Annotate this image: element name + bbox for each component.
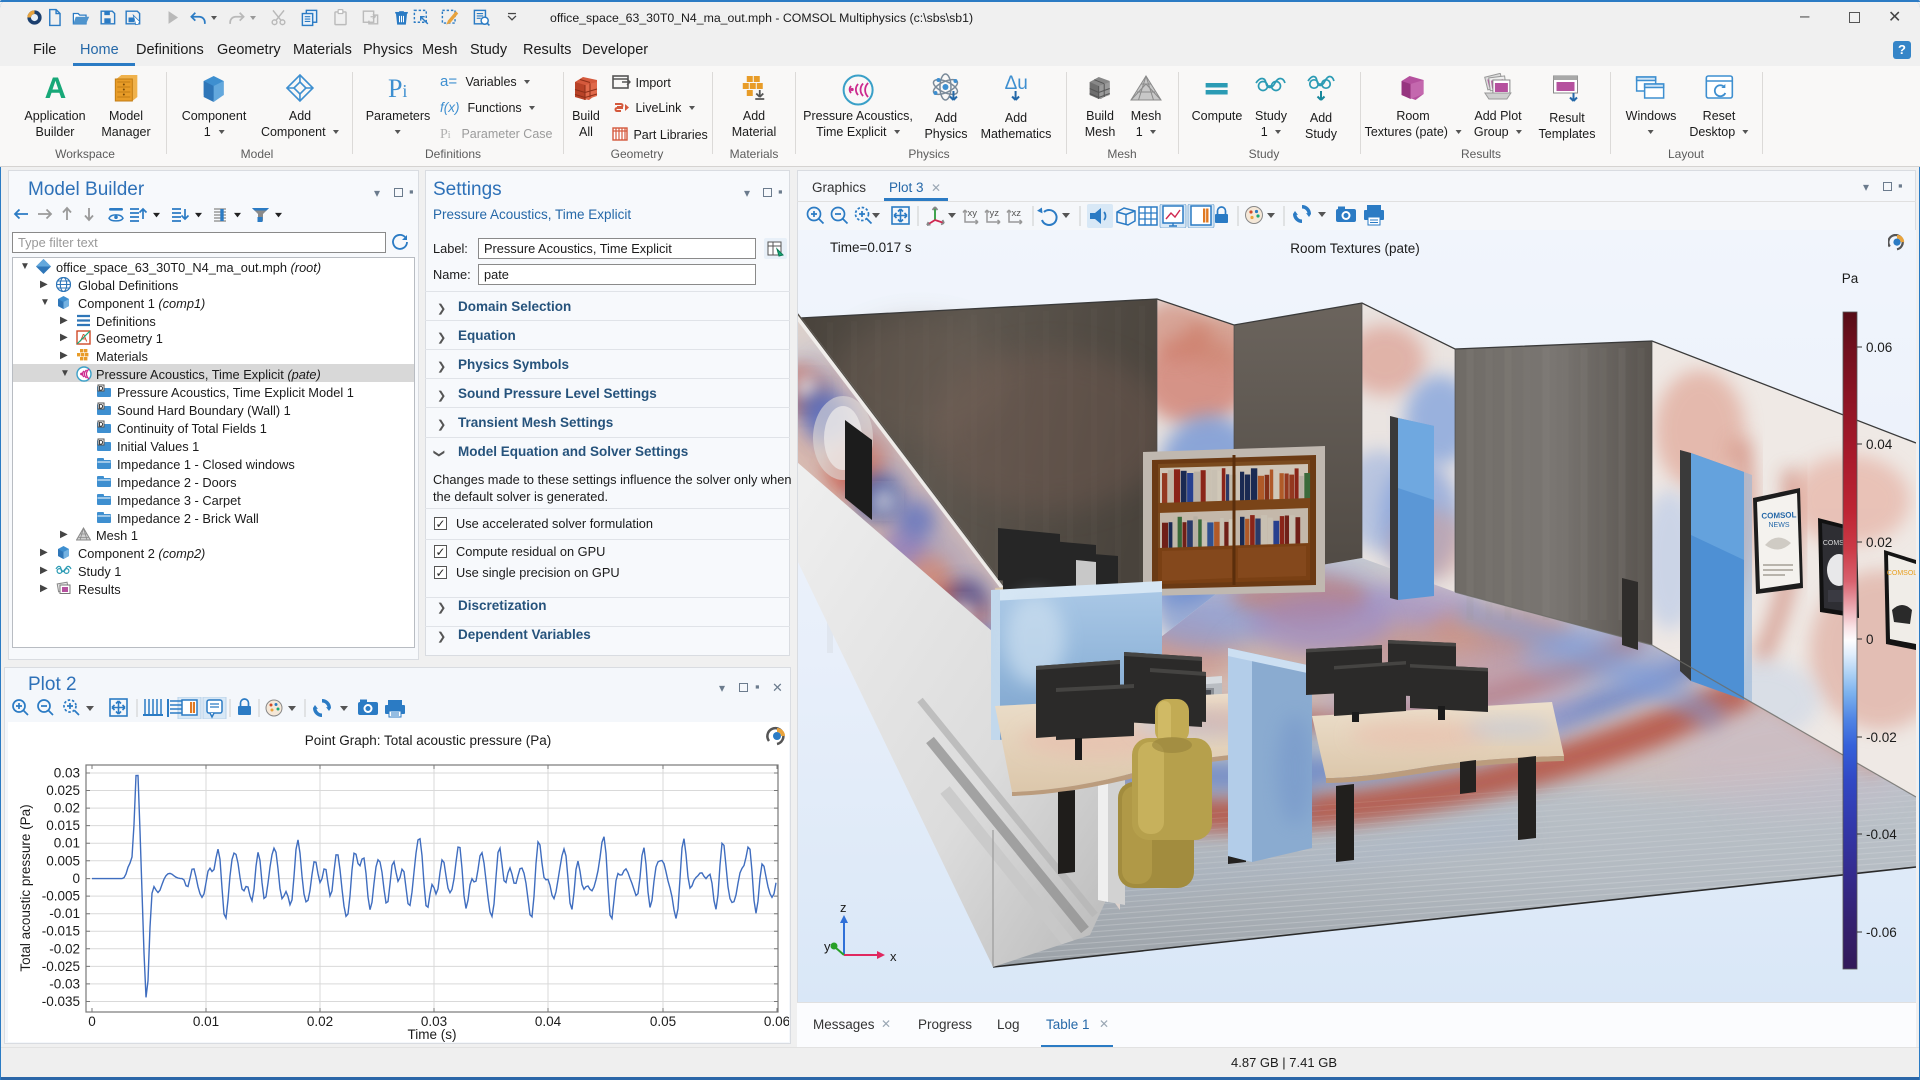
svg-text:Pa: Pa bbox=[1842, 271, 1859, 286]
svg-text:0.015: 0.015 bbox=[46, 818, 80, 833]
svg-text:-0.01: -0.01 bbox=[49, 906, 80, 921]
svg-text:a=: a= bbox=[440, 74, 457, 89]
svg-text:-0.02: -0.02 bbox=[49, 941, 80, 956]
svg-text:0.05: 0.05 bbox=[650, 1014, 676, 1029]
svg-text:z: z bbox=[840, 900, 847, 915]
svg-text:0.03: 0.03 bbox=[54, 766, 80, 781]
svg-text:x: x bbox=[890, 949, 897, 964]
svg-text:Pi: Pi bbox=[440, 127, 451, 141]
svg-text:-0.04: -0.04 bbox=[1866, 827, 1897, 842]
svg-text:-0.035: -0.035 bbox=[42, 994, 80, 1009]
svg-text:A: A bbox=[44, 73, 66, 103]
svg-text:f(x): f(x) bbox=[440, 100, 460, 115]
svg-text:D: D bbox=[99, 385, 104, 392]
svg-text:-0.06: -0.06 bbox=[1866, 925, 1897, 940]
svg-text:-0.025: -0.025 bbox=[42, 959, 80, 974]
svg-text:0.025: 0.025 bbox=[46, 783, 80, 798]
svg-text:D: D bbox=[99, 403, 104, 410]
svg-text:COMSOL: COMSOL bbox=[1761, 510, 1797, 520]
svg-text:0: 0 bbox=[72, 871, 80, 886]
svg-text:0.02: 0.02 bbox=[54, 801, 80, 816]
svg-text:-0.005: -0.005 bbox=[42, 889, 80, 904]
svg-text:Pi: Pi bbox=[388, 74, 407, 103]
svg-text:0.04: 0.04 bbox=[1866, 437, 1893, 452]
svg-text:0: 0 bbox=[1866, 632, 1874, 647]
svg-text:0.005: 0.005 bbox=[46, 853, 80, 868]
svg-text:Δu: Δu bbox=[1005, 73, 1028, 94]
svg-text:-0.03: -0.03 bbox=[49, 976, 80, 991]
svg-text:0.04: 0.04 bbox=[535, 1014, 562, 1029]
svg-text:0.06: 0.06 bbox=[764, 1014, 789, 1029]
svg-text:COMSOL: COMSOL bbox=[1887, 570, 1916, 577]
svg-text:xz: xz bbox=[1012, 208, 1022, 219]
svg-text:0.01: 0.01 bbox=[193, 1014, 219, 1029]
svg-text:Point Graph: Total acoustic pr: Point Graph: Total acoustic pressure (Pa… bbox=[305, 733, 552, 748]
svg-text:yz: yz bbox=[990, 208, 1000, 219]
svg-text:y: y bbox=[824, 939, 831, 954]
svg-text:Time (s): Time (s) bbox=[408, 1027, 457, 1042]
svg-text:0: 0 bbox=[88, 1014, 96, 1029]
svg-text:D: D bbox=[99, 439, 104, 446]
svg-text:-0.02: -0.02 bbox=[1866, 730, 1897, 745]
svg-text:0.06: 0.06 bbox=[1866, 340, 1892, 355]
svg-text:0.01: 0.01 bbox=[54, 836, 80, 851]
svg-text:-0.015: -0.015 bbox=[42, 924, 80, 939]
svg-text:0.02: 0.02 bbox=[307, 1014, 333, 1029]
svg-text:Total acoustic pressure (Pa): Total acoustic pressure (Pa) bbox=[18, 804, 33, 971]
svg-text:D: D bbox=[99, 421, 104, 428]
svg-text:xy: xy bbox=[968, 208, 978, 219]
svg-text:NEWS: NEWS bbox=[1769, 522, 1790, 529]
svg-text:0.02: 0.02 bbox=[1866, 535, 1892, 550]
